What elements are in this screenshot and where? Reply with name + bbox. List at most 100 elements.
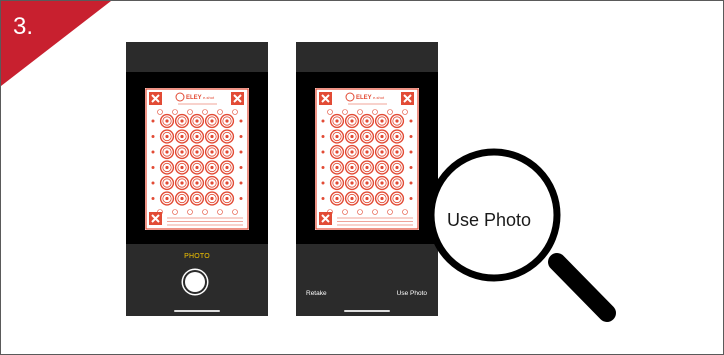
target-bull — [219, 129, 235, 144]
target-bull — [374, 160, 390, 175]
use-photo-button[interactable]: Use Photo — [397, 290, 427, 297]
step-number: 3. — [13, 13, 34, 40]
target-bull — [374, 191, 390, 206]
review-preview: ELEY e-shot — [296, 72, 438, 244]
target-card-image: ELEY e-shot — [145, 88, 249, 230]
svg-text:e-shot: e-shot — [203, 95, 215, 100]
target-bull — [174, 191, 190, 206]
side-marker — [239, 135, 243, 138]
target-bull — [374, 113, 390, 129]
target-bull — [159, 144, 175, 160]
home-indicator — [174, 310, 220, 312]
target-bull — [329, 129, 345, 144]
target-bull — [344, 191, 360, 206]
side-marker — [321, 197, 325, 200]
side-marker — [239, 166, 243, 169]
side-marker — [409, 150, 413, 154]
target-bull — [329, 191, 345, 206]
target-bull — [389, 160, 405, 175]
target-bull — [389, 191, 405, 206]
target-bull — [219, 144, 235, 160]
side-marker — [239, 181, 243, 185]
target-bull — [389, 113, 405, 129]
home-indicator — [344, 310, 390, 312]
target-bull — [189, 160, 205, 175]
corner-x-marker — [319, 212, 332, 225]
corner-x-marker — [319, 92, 332, 105]
side-marker — [239, 150, 243, 154]
side-marker — [409, 197, 413, 200]
target-bull — [329, 144, 345, 160]
target-sheet: ELEY e-shot — [145, 88, 249, 230]
target-bull — [159, 129, 175, 144]
side-marker — [151, 135, 155, 138]
target-bull — [189, 175, 205, 191]
side-marker — [409, 166, 413, 169]
target-bull — [219, 113, 235, 129]
target-bull — [159, 191, 175, 206]
target-bull — [389, 144, 405, 160]
target-bull — [374, 175, 390, 191]
target-bull — [174, 144, 190, 160]
target-bull — [344, 175, 360, 191]
target-bull — [204, 160, 220, 175]
target-bull — [204, 113, 220, 129]
magnified-use-photo-text: Use Photo — [447, 210, 532, 230]
target-bull — [359, 129, 375, 144]
side-marker — [151, 181, 155, 185]
target-card-image-preview: ELEY e-shot — [315, 88, 419, 230]
corner-x-marker — [149, 212, 162, 225]
target-bull — [359, 113, 375, 129]
side-marker — [321, 119, 325, 123]
corner-x-marker — [149, 92, 162, 105]
side-marker — [409, 181, 413, 185]
target-bull — [344, 113, 360, 129]
target-bull — [329, 175, 345, 191]
svg-text:ELEY: ELEY — [186, 95, 202, 101]
target-bull — [219, 191, 235, 206]
target-bull — [174, 175, 190, 191]
target-bull — [174, 129, 190, 144]
side-marker — [151, 197, 155, 200]
retake-button[interactable]: Retake — [306, 290, 327, 297]
review-top-bar — [296, 42, 438, 72]
side-marker — [151, 119, 155, 123]
camera-viewfinder: ELEY e-shot — [126, 72, 268, 244]
target-bull — [174, 113, 190, 129]
target-bull — [359, 144, 375, 160]
target-bull — [159, 113, 175, 129]
photo-mode-label[interactable]: PHOTO — [126, 253, 268, 260]
target-bull — [189, 191, 205, 206]
instruction-panel: 3. ELEY e-shot PHOTO ELEY e-shot Retake Us… — [0, 0, 724, 355]
phone-review-screen: ELEY e-shot Retake Use Photo — [296, 42, 438, 316]
target-bull — [174, 160, 190, 175]
target-bull — [159, 175, 175, 191]
review-controls: Retake Use Photo — [296, 244, 438, 316]
shutter-button[interactable] — [185, 272, 205, 292]
corner-x-marker — [231, 92, 244, 105]
target-bull — [359, 175, 375, 191]
target-bull — [204, 175, 220, 191]
side-marker — [409, 119, 413, 123]
side-marker — [321, 181, 325, 185]
target-bull — [374, 129, 390, 144]
target-bull — [344, 129, 360, 144]
target-bull — [189, 144, 205, 160]
target-sheet-preview: ELEY e-shot — [315, 88, 419, 230]
target-bull — [189, 129, 205, 144]
target-bull — [344, 144, 360, 160]
target-bull — [389, 175, 405, 191]
target-bull — [159, 160, 175, 175]
side-marker — [409, 135, 413, 138]
side-marker — [151, 150, 155, 154]
target-bull — [359, 191, 375, 206]
target-bull — [344, 160, 360, 175]
side-marker — [321, 166, 325, 169]
camera-top-bar — [126, 42, 268, 72]
side-marker — [321, 150, 325, 154]
target-bull — [204, 144, 220, 160]
target-bull — [374, 144, 390, 160]
target-bull — [219, 175, 235, 191]
side-marker — [151, 166, 155, 169]
side-marker — [239, 119, 243, 123]
